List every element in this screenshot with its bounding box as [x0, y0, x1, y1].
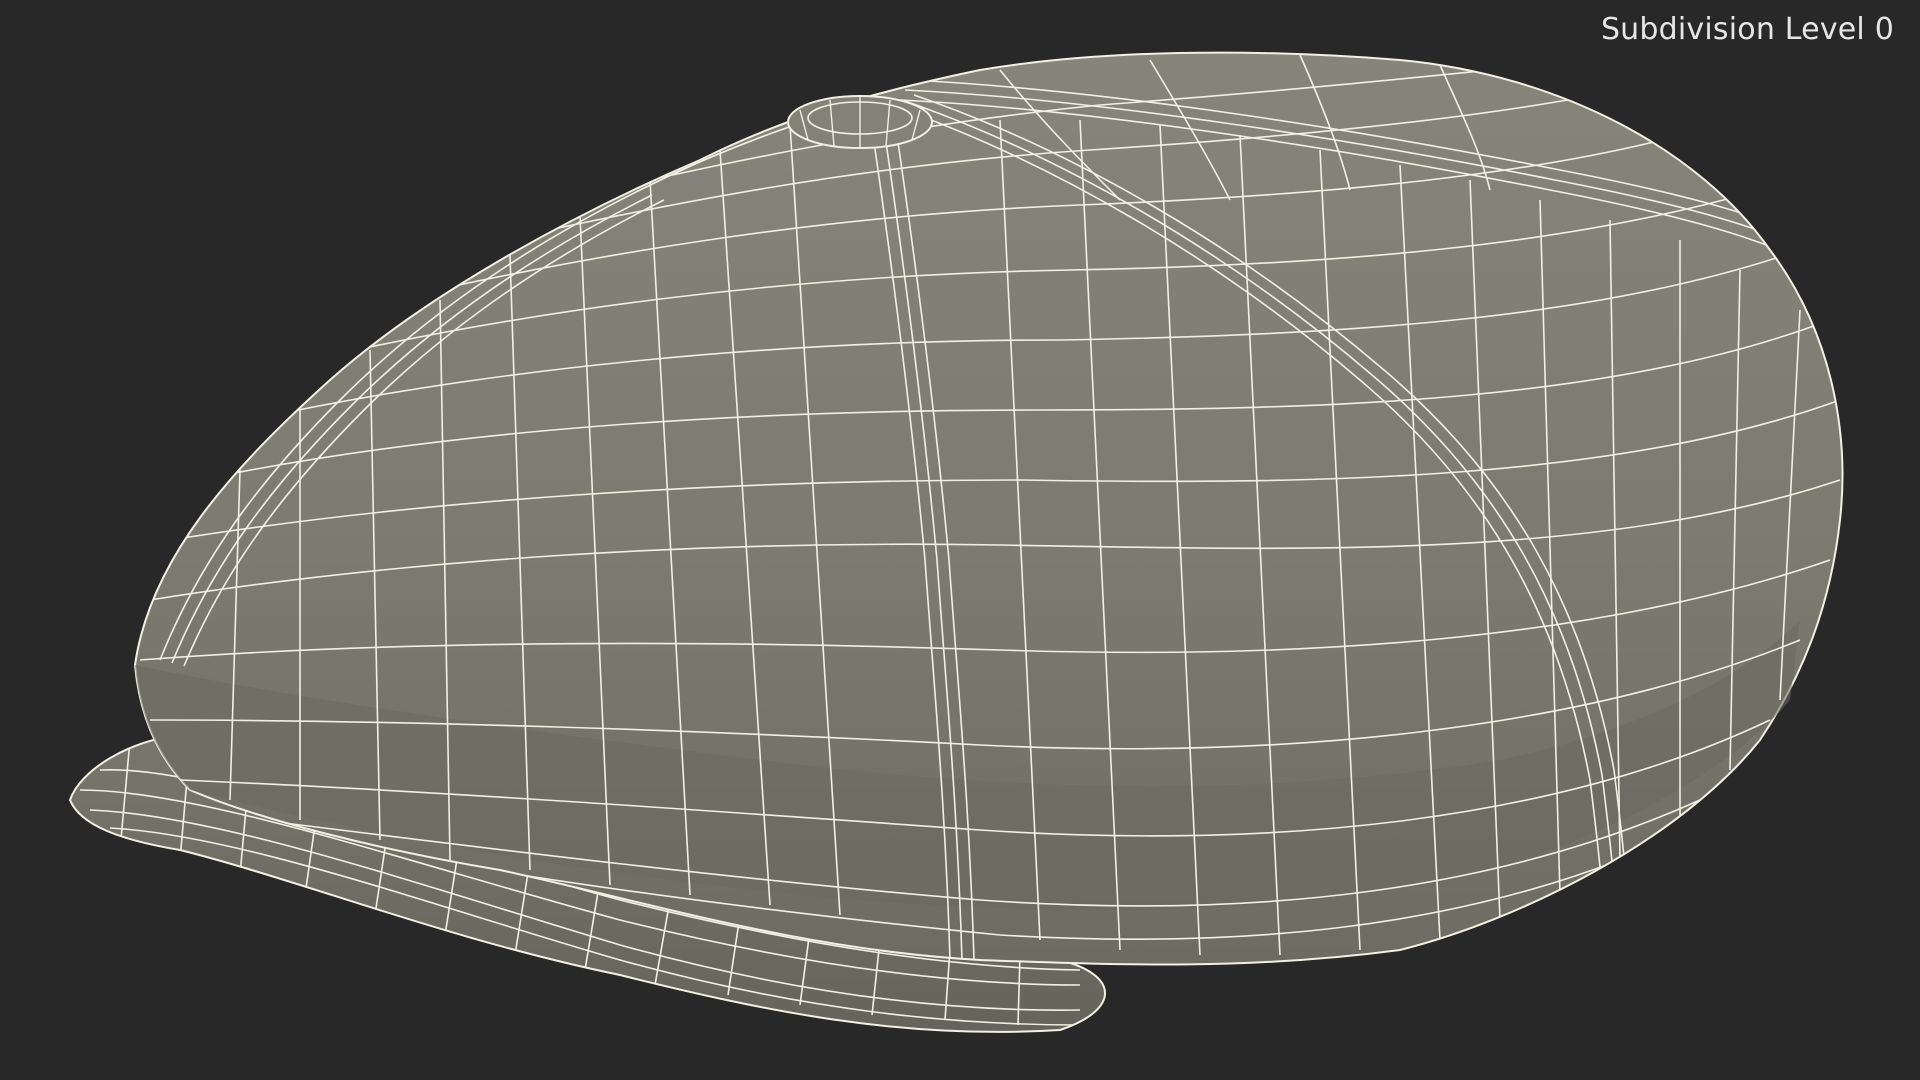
subdivision-level-label: Subdivision Level 0 [1600, 12, 1894, 47]
3d-viewport[interactable]: Subdivision Level 0 [0, 0, 1920, 1080]
cap-crown [133, 51, 1844, 966]
cap-top-button [787, 95, 933, 149]
flat-cap-wireframe-render [68, 51, 1844, 1033]
